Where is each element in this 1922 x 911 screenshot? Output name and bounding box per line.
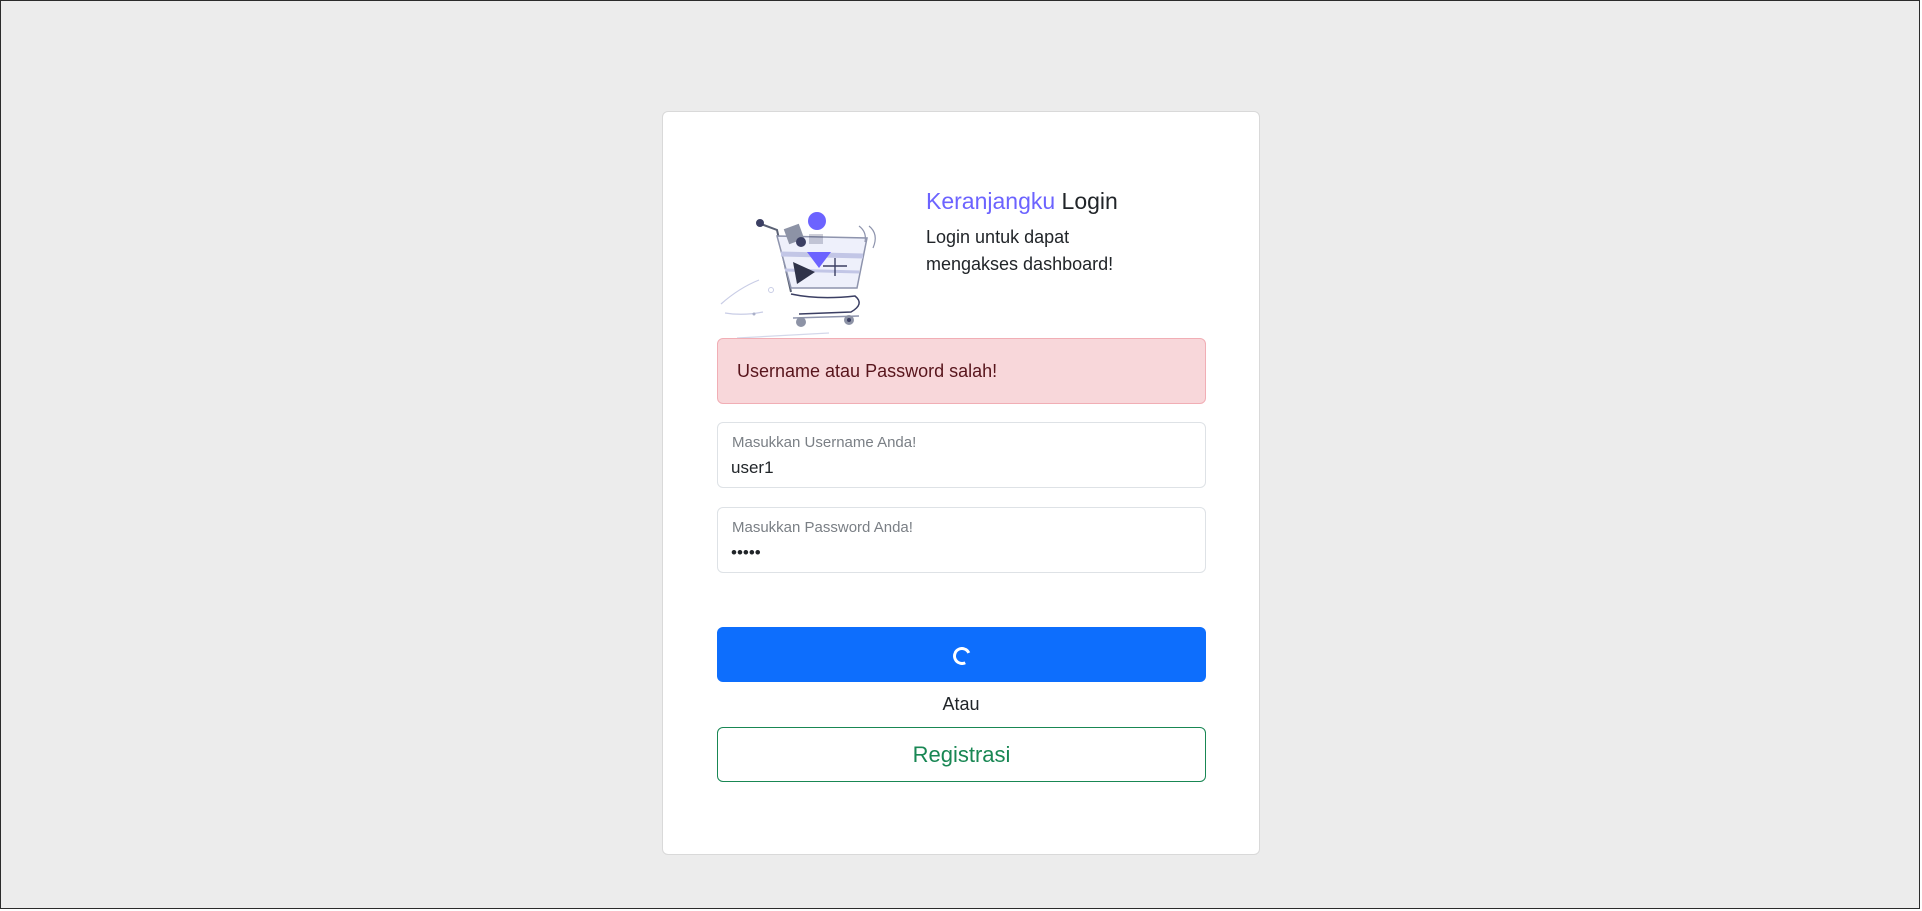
page-subtitle: Login untuk dapat mengakses dashboard!: [926, 227, 1114, 274]
username-field[interactable]: Masukkan Username Anda!: [717, 422, 1206, 488]
password-field[interactable]: Masukkan Password Anda!: [717, 507, 1206, 573]
username-input[interactable]: [731, 456, 1191, 480]
login-button[interactable]: [717, 627, 1206, 682]
error-alert: Username atau Password salah!: [717, 338, 1206, 404]
error-alert-message: Username atau Password salah!: [737, 361, 998, 381]
password-input[interactable]: [731, 541, 1191, 565]
page-background: Keranjangku Login Login untuk dapat meng…: [0, 0, 1920, 909]
or-divider-text: Atau: [942, 694, 980, 714]
loading-spinner-icon: [950, 644, 974, 668]
register-button[interactable]: Registrasi: [717, 727, 1206, 782]
username-label: Masukkan Username Anda!: [732, 434, 917, 451]
password-label: Masukkan Password Anda!: [732, 519, 913, 536]
page-title: Keranjangku Login: [926, 188, 1118, 215]
login-card: Keranjangku Login Login untuk dapat meng…: [662, 111, 1260, 855]
title-login-word: Login: [1055, 188, 1118, 214]
shopping-cart-illustration: [720, 212, 876, 339]
brand-name: Keranjangku: [926, 188, 1056, 214]
